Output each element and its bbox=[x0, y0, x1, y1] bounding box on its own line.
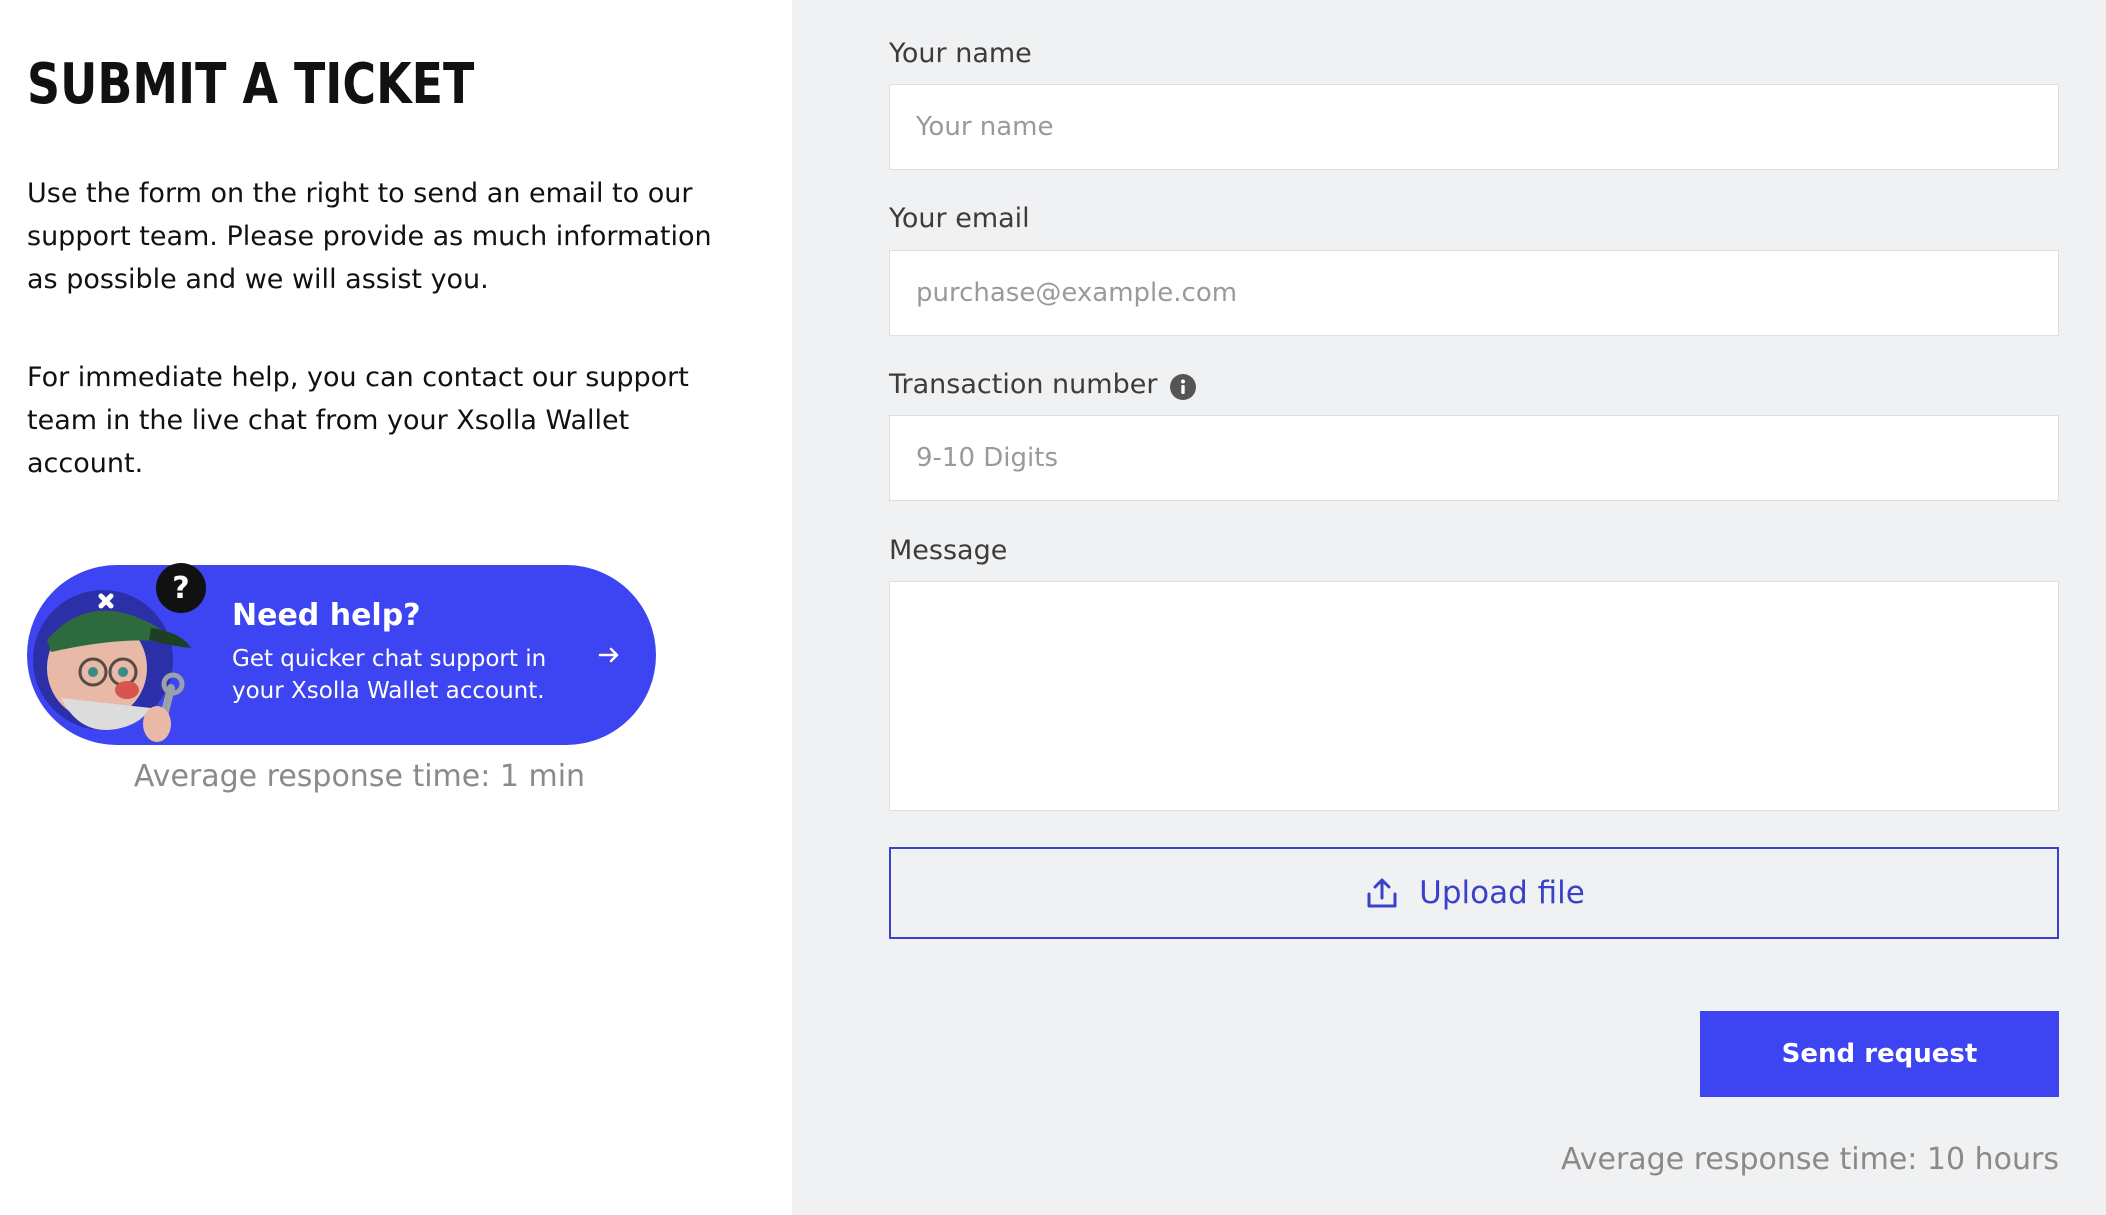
support-character-avatar-icon: ? bbox=[33, 563, 206, 742]
page-title: SUBMIT A TICKET bbox=[27, 52, 475, 117]
info-icon[interactable] bbox=[1169, 373, 1197, 401]
email-input[interactable] bbox=[889, 250, 2059, 336]
need-help-chat-card[interactable]: ? Need help? Get quicker chat support in… bbox=[27, 563, 656, 745]
help-card-description: Get quicker chat support in your Xsolla … bbox=[232, 646, 547, 704]
upload-file-label: Upload file bbox=[1419, 875, 1585, 911]
upload-file-button[interactable]: Upload file bbox=[889, 847, 2059, 939]
email-response-time: Average response time: 10 hours bbox=[1560, 1142, 2059, 1177]
transaction-label: Transaction number bbox=[889, 369, 1158, 400]
send-request-button[interactable]: Send request bbox=[1700, 1011, 2059, 1097]
intro-paragraph-chat: For immediate help, you can contact our … bbox=[27, 362, 689, 479]
transaction-number-input[interactable] bbox=[889, 415, 2059, 501]
arrow-right-icon bbox=[598, 647, 619, 663]
intro-paragraph-email: Use the form on the right to send an ema… bbox=[27, 178, 712, 295]
email-label: Your email bbox=[889, 203, 1030, 234]
upload-icon bbox=[1367, 878, 1397, 908]
name-input[interactable] bbox=[889, 84, 2059, 170]
name-label: Your name bbox=[889, 38, 1032, 69]
help-card-title: Need help? bbox=[232, 598, 421, 633]
message-label: Message bbox=[889, 535, 1008, 566]
help-badge: ? bbox=[172, 571, 189, 606]
chat-response-time: Average response time: 1 min bbox=[133, 759, 586, 794]
message-textarea[interactable] bbox=[889, 581, 2059, 811]
